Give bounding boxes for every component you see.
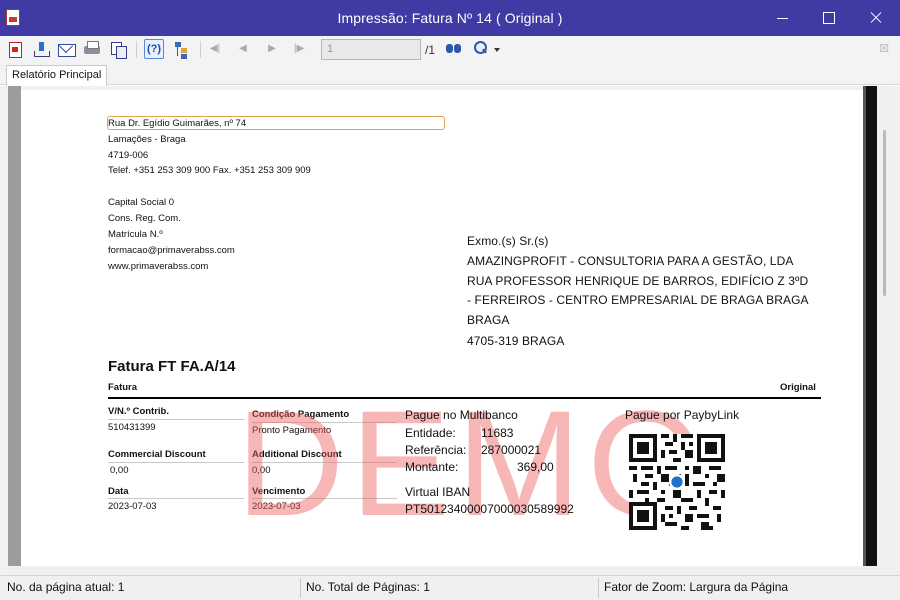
field-divider	[108, 498, 244, 499]
date-value: 2023-07-03	[108, 501, 157, 512]
page-edge	[863, 86, 877, 566]
close-window-button[interactable]	[852, 0, 898, 36]
export-icon[interactable]	[31, 39, 51, 59]
find-icon[interactable]	[444, 39, 464, 59]
current-page-status: No. da página atual: 1	[7, 580, 125, 594]
entidade-label: Entidade:	[405, 426, 456, 440]
company-address-line2: Lamações - Braga	[108, 134, 186, 145]
document-type: Fatura	[108, 382, 138, 393]
recipient-street-line2: - FERREIROS - CENTRO EMPRESARIAL DE BRAG…	[467, 293, 809, 307]
scrollbar-thumb[interactable]	[883, 130, 886, 296]
recipient-greeting: Exmo.(s) Sr.(s)	[467, 234, 549, 248]
entidade-value: 11683	[481, 426, 514, 440]
recipient-name: AMAZINGPROFIT - CONSULTORIA PARA A GESTÃ…	[467, 254, 794, 268]
company-address-line1: Rua Dr. Egídio Guimarães, nº 74	[108, 118, 247, 129]
minimize-button[interactable]	[760, 0, 806, 36]
page-margin-strip	[8, 86, 21, 566]
tab-relatorio-principal[interactable]: Relatório Principal	[6, 65, 108, 86]
vat-value: 510431399	[108, 422, 156, 433]
page-number-input[interactable]: 1	[321, 39, 421, 60]
title-bar: Impressão: Fatura Nº 14 ( Original )	[0, 0, 900, 36]
close-report-icon[interactable]: ☒	[874, 39, 894, 59]
zoom-factor-status: Fator de Zoom: Largura da Página	[604, 580, 789, 594]
help-icon[interactable]: (?)	[144, 39, 164, 59]
toolbar-separator	[200, 41, 201, 58]
company-email: formacao@primaverabss.com	[108, 245, 235, 256]
status-separator	[300, 578, 301, 598]
previous-page-icon[interactable]: ◀	[233, 39, 253, 59]
date-label: Data	[108, 486, 129, 497]
horizontal-scrollbar[interactable]	[8, 566, 894, 575]
montante-label: Montante:	[405, 460, 459, 474]
qr-code[interactable]	[629, 434, 725, 530]
copy-icon[interactable]	[108, 39, 128, 59]
company-cons-reg: Cons. Reg. Com.	[108, 213, 181, 224]
total-pages-status: No. Total de Páginas: 1	[306, 580, 430, 594]
report-viewport: Rua Dr. Egídio Guimarães, nº 74 Lamações…	[0, 86, 900, 575]
page-total-label: /1	[425, 43, 436, 57]
zoom-dropdown-caret[interactable]	[494, 48, 500, 52]
report-tabs: Relatório Principal	[0, 63, 900, 86]
pdf-export-icon[interactable]	[5, 39, 25, 59]
first-page-icon[interactable]: ◀|	[205, 39, 225, 59]
document-copy-label: Original	[780, 382, 816, 393]
commercial-discount-label: Commercial Discount	[108, 449, 206, 460]
print-icon[interactable]	[82, 39, 102, 59]
company-phone-fax: Telef. +351 253 309 900 Fax. +351 253 30…	[108, 165, 311, 176]
virtual-iban-label: Virtual IBAN	[405, 485, 471, 499]
field-divider	[108, 419, 244, 420]
maximize-button[interactable]	[806, 0, 852, 36]
tree-view-icon[interactable]	[172, 39, 192, 59]
report-page: Rua Dr. Egídio Guimarães, nº 74 Lamações…	[21, 90, 863, 566]
recipient-postal: 4705-319 BRAGA	[467, 334, 565, 348]
recipient-city: BRAGA	[467, 313, 510, 327]
toolbar-separator	[136, 41, 137, 58]
paybylink-heading: Pague por PaybyLink	[625, 408, 740, 422]
company-website: www.primaverabss.com	[108, 261, 209, 272]
company-matricula: Matrícula N.º	[108, 229, 163, 240]
status-bar: No. da página atual: 1 No. Total de Pági…	[0, 575, 900, 600]
vat-label: V/N.º Contrib.	[108, 406, 169, 417]
document-title: Fatura FT FA.A/14	[108, 358, 236, 375]
recipient-street-line1: RUA PROFESSOR HENRIQUE DE BARROS, EDIFÍC…	[467, 274, 809, 288]
company-capital-social: Capital Social 0	[108, 197, 175, 208]
status-separator	[598, 578, 599, 598]
last-page-icon[interactable]: |▶	[289, 39, 309, 59]
commercial-discount-value: 0,00	[110, 465, 129, 476]
field-divider	[108, 462, 244, 463]
referencia-label: Referência:	[405, 443, 467, 457]
referencia-value: 287000021	[481, 443, 542, 457]
vertical-scrollbar[interactable]	[877, 86, 894, 566]
email-icon[interactable]	[56, 39, 76, 59]
company-postal-code: 4719-006	[108, 150, 149, 161]
multibanco-heading: Pague no Multibanco	[405, 408, 518, 422]
montante-value: 369,00	[517, 460, 554, 474]
virtual-iban-value: PT50123400007000030589992	[405, 502, 574, 516]
toolbar: (?) ◀| ◀ ▶ |▶ 1 /1 ☒	[0, 36, 900, 63]
zoom-icon[interactable]	[472, 39, 492, 59]
next-page-icon[interactable]: ▶	[262, 39, 282, 59]
